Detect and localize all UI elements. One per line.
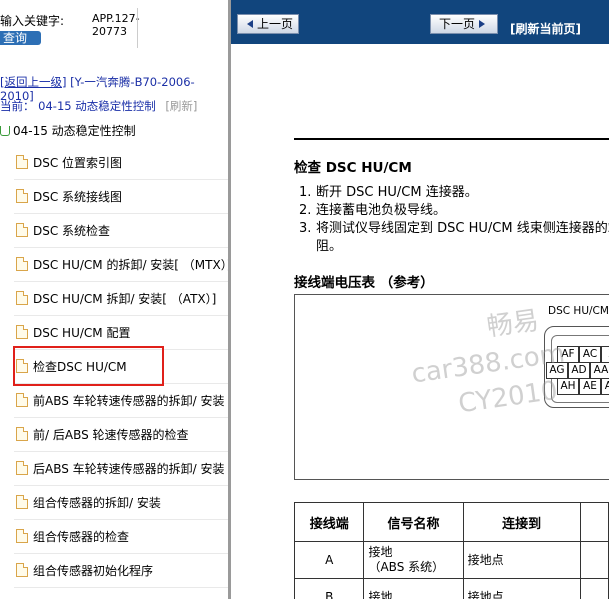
right-arrow-icon	[479, 20, 485, 28]
tree-section-title: 04-15 动态稳定性控制	[13, 124, 136, 138]
terminal-cell: A	[293, 541, 365, 579]
document-title: 检查 DSC HU/CM	[294, 160, 412, 176]
connector-pin: Z	[601, 346, 609, 363]
step-text: 连接蓄电池负极导线。	[316, 203, 447, 218]
document-icon	[16, 291, 28, 305]
tree-item[interactable]: 前/ 后ABS 轮速传感器的检查	[14, 418, 228, 452]
tree-item-label: DSC HU/CM 拆卸/ 安装[ （ATX）]	[33, 292, 217, 306]
step-number: 1.	[299, 185, 312, 200]
tree-item[interactable]: 组合传感器的检查	[14, 520, 228, 554]
app-id-line1: APP.127-	[92, 12, 140, 25]
connector-pin: AB	[601, 378, 609, 395]
current-label: 当前：	[0, 99, 35, 113]
column-header: 接线端	[293, 502, 365, 542]
table-header-row: 接线端 信号名称 连接到	[293, 502, 609, 542]
document-icon	[16, 325, 28, 339]
tree-item-label: DSC 位置索引图	[33, 156, 123, 170]
divider	[137, 8, 138, 48]
document-icon	[16, 461, 28, 475]
tree-item[interactable]: 后ABS 车轮转速传感器的拆卸/ 安装	[14, 452, 228, 486]
document-icon	[16, 427, 28, 441]
query-button[interactable]: 查询	[0, 31, 41, 45]
step-text: 断开 DSC HU/CM 连接器。	[316, 185, 478, 200]
document-icon	[16, 189, 28, 203]
document-icon	[16, 393, 28, 407]
table-row: B 接地 接地点	[293, 578, 609, 599]
tree-item-label: DSC HU/CM 的拆卸/ 安装[ （MTX）]	[33, 258, 228, 272]
prev-page-label: 上一页	[256, 17, 293, 31]
tree-section-header[interactable]: 04-15 动态稳定性控制	[0, 122, 136, 139]
voltage-table-heading: 接线端电压表 （参考）	[294, 275, 434, 291]
left-arrow-icon	[246, 20, 253, 28]
procedure-step: 3. 将测试仪导线固定到 DSC HU/CM 线束侧连接器的端子上，测量电压和电	[299, 217, 609, 236]
document-icon	[16, 223, 28, 237]
current-section: 04-15 动态稳定性控制	[38, 99, 156, 113]
connector-pin: AE	[579, 378, 601, 395]
tree-item-label: 前ABS 车轮转速传感器的拆卸/ 安装	[33, 394, 225, 408]
connect-cell: 接地点	[462, 541, 581, 579]
connector-pin: AA	[590, 362, 609, 379]
document-icon	[16, 563, 28, 577]
next-page-label: 下一页	[438, 17, 475, 31]
tree-item-label: 前/ 后ABS 轮速传感器的检查	[33, 428, 189, 442]
tree-item[interactable]: 组合传感器初始化程序	[14, 554, 228, 588]
procedure-step: 2. 连接蓄电池负极导线。	[299, 199, 446, 218]
column-header: 连接到	[462, 502, 581, 542]
tree-item[interactable]: 前ABS 车轮转速传感器的拆卸/ 安装	[14, 384, 228, 418]
tree-item[interactable]: DSC HU/CM 拆卸/ 安装[ （ATX）]	[14, 282, 228, 316]
connector-pin: AC	[579, 346, 601, 363]
next-page-button[interactable]: 下一页	[430, 14, 498, 34]
tree-item[interactable]: DSC 位置索引图	[14, 146, 228, 180]
document-icon	[16, 495, 28, 509]
title-rule	[294, 138, 609, 140]
tree-item-label: 组合传感器初始化程序	[33, 564, 154, 578]
tree-item-label: 组合传感器的检查	[33, 530, 130, 544]
tree-item-label: 后ABS 车轮转速传感器的拆卸/ 安装	[33, 462, 225, 476]
document-icon	[16, 257, 28, 271]
document-icon	[16, 529, 28, 543]
tree-item[interactable]: DSC HU/CM 的拆卸/ 安装[ （MTX）]	[14, 248, 228, 282]
tree-item-label: 组合传感器的拆卸/ 安装	[33, 496, 161, 510]
document-toolbar: 上一页 下一页 [刷新当前页]	[231, 0, 609, 44]
navigation-pane: 输入关键字: 查询 APP.127- 20773 [返回上一级] [Y-一汽奔腾…	[0, 0, 228, 599]
refresh-page-link[interactable]: [刷新当前页]	[510, 20, 581, 37]
step-text: 将测试仪导线固定到 DSC HU/CM 线束侧连接器的端子上，测量电压和电	[316, 221, 609, 236]
step-text: 阻。	[316, 239, 343, 254]
tree-item[interactable]: 组合传感器的拆卸/ 安装	[14, 486, 228, 520]
prev-page-button[interactable]: 上一页	[237, 14, 299, 34]
open-folder-icon	[0, 126, 10, 136]
signal-cell: 接地 （ABS 系统）	[363, 541, 464, 579]
table-row: A 接地 （ABS 系统） 接地点	[293, 541, 609, 579]
step-number: 2.	[299, 203, 312, 218]
tree-item[interactable]: DSC 系统检查	[14, 214, 228, 248]
app-id-line2: 20773	[92, 25, 127, 38]
procedure-step-continued: 阻。	[316, 235, 342, 254]
extra-cell	[579, 578, 609, 599]
tree-item[interactable]: DSC HU/CM 配置	[14, 316, 228, 350]
search-prompt: 输入关键字:	[0, 14, 65, 28]
connect-cell: 接地点	[462, 578, 581, 599]
tree-item-label: DSC 系统接线图	[33, 190, 123, 204]
signal-cell: 接地	[363, 578, 464, 599]
document-pane: 上一页 下一页 [刷新当前页] 检查 DSC HU/CM 1. 断开 DSC HU…	[231, 0, 609, 599]
column-header	[579, 502, 609, 542]
connector-pin: AD	[568, 362, 590, 379]
selection-highlight	[13, 346, 164, 386]
procedure-step: 1. 断开 DSC HU/CM 连接器。	[299, 181, 478, 200]
terminal-table: 接线端 信号名称 连接到 A 接地 （ABS 系统） 接地点 B 接地 接地点	[293, 502, 609, 599]
refresh-link[interactable]: [刷新]	[165, 99, 197, 113]
step-number: 3.	[299, 221, 312, 236]
current-location: 当前： 04-15 动态稳定性控制 [刷新]	[0, 98, 197, 114]
extra-cell	[579, 541, 609, 579]
tree-item-label: DSC 系统检查	[33, 224, 111, 238]
document-icon	[16, 155, 28, 169]
terminal-cell: B	[293, 578, 365, 599]
app-id: APP.127- 20773	[92, 12, 140, 38]
tree-item[interactable]: DSC 系统接线图	[14, 180, 228, 214]
tree-item-label: DSC HU/CM 配置	[33, 326, 131, 340]
back-link[interactable]: [返回上一级]	[0, 75, 66, 89]
watermark: 畅易 car388.com CY2010	[404, 300, 572, 428]
column-header: 信号名称	[363, 502, 464, 542]
